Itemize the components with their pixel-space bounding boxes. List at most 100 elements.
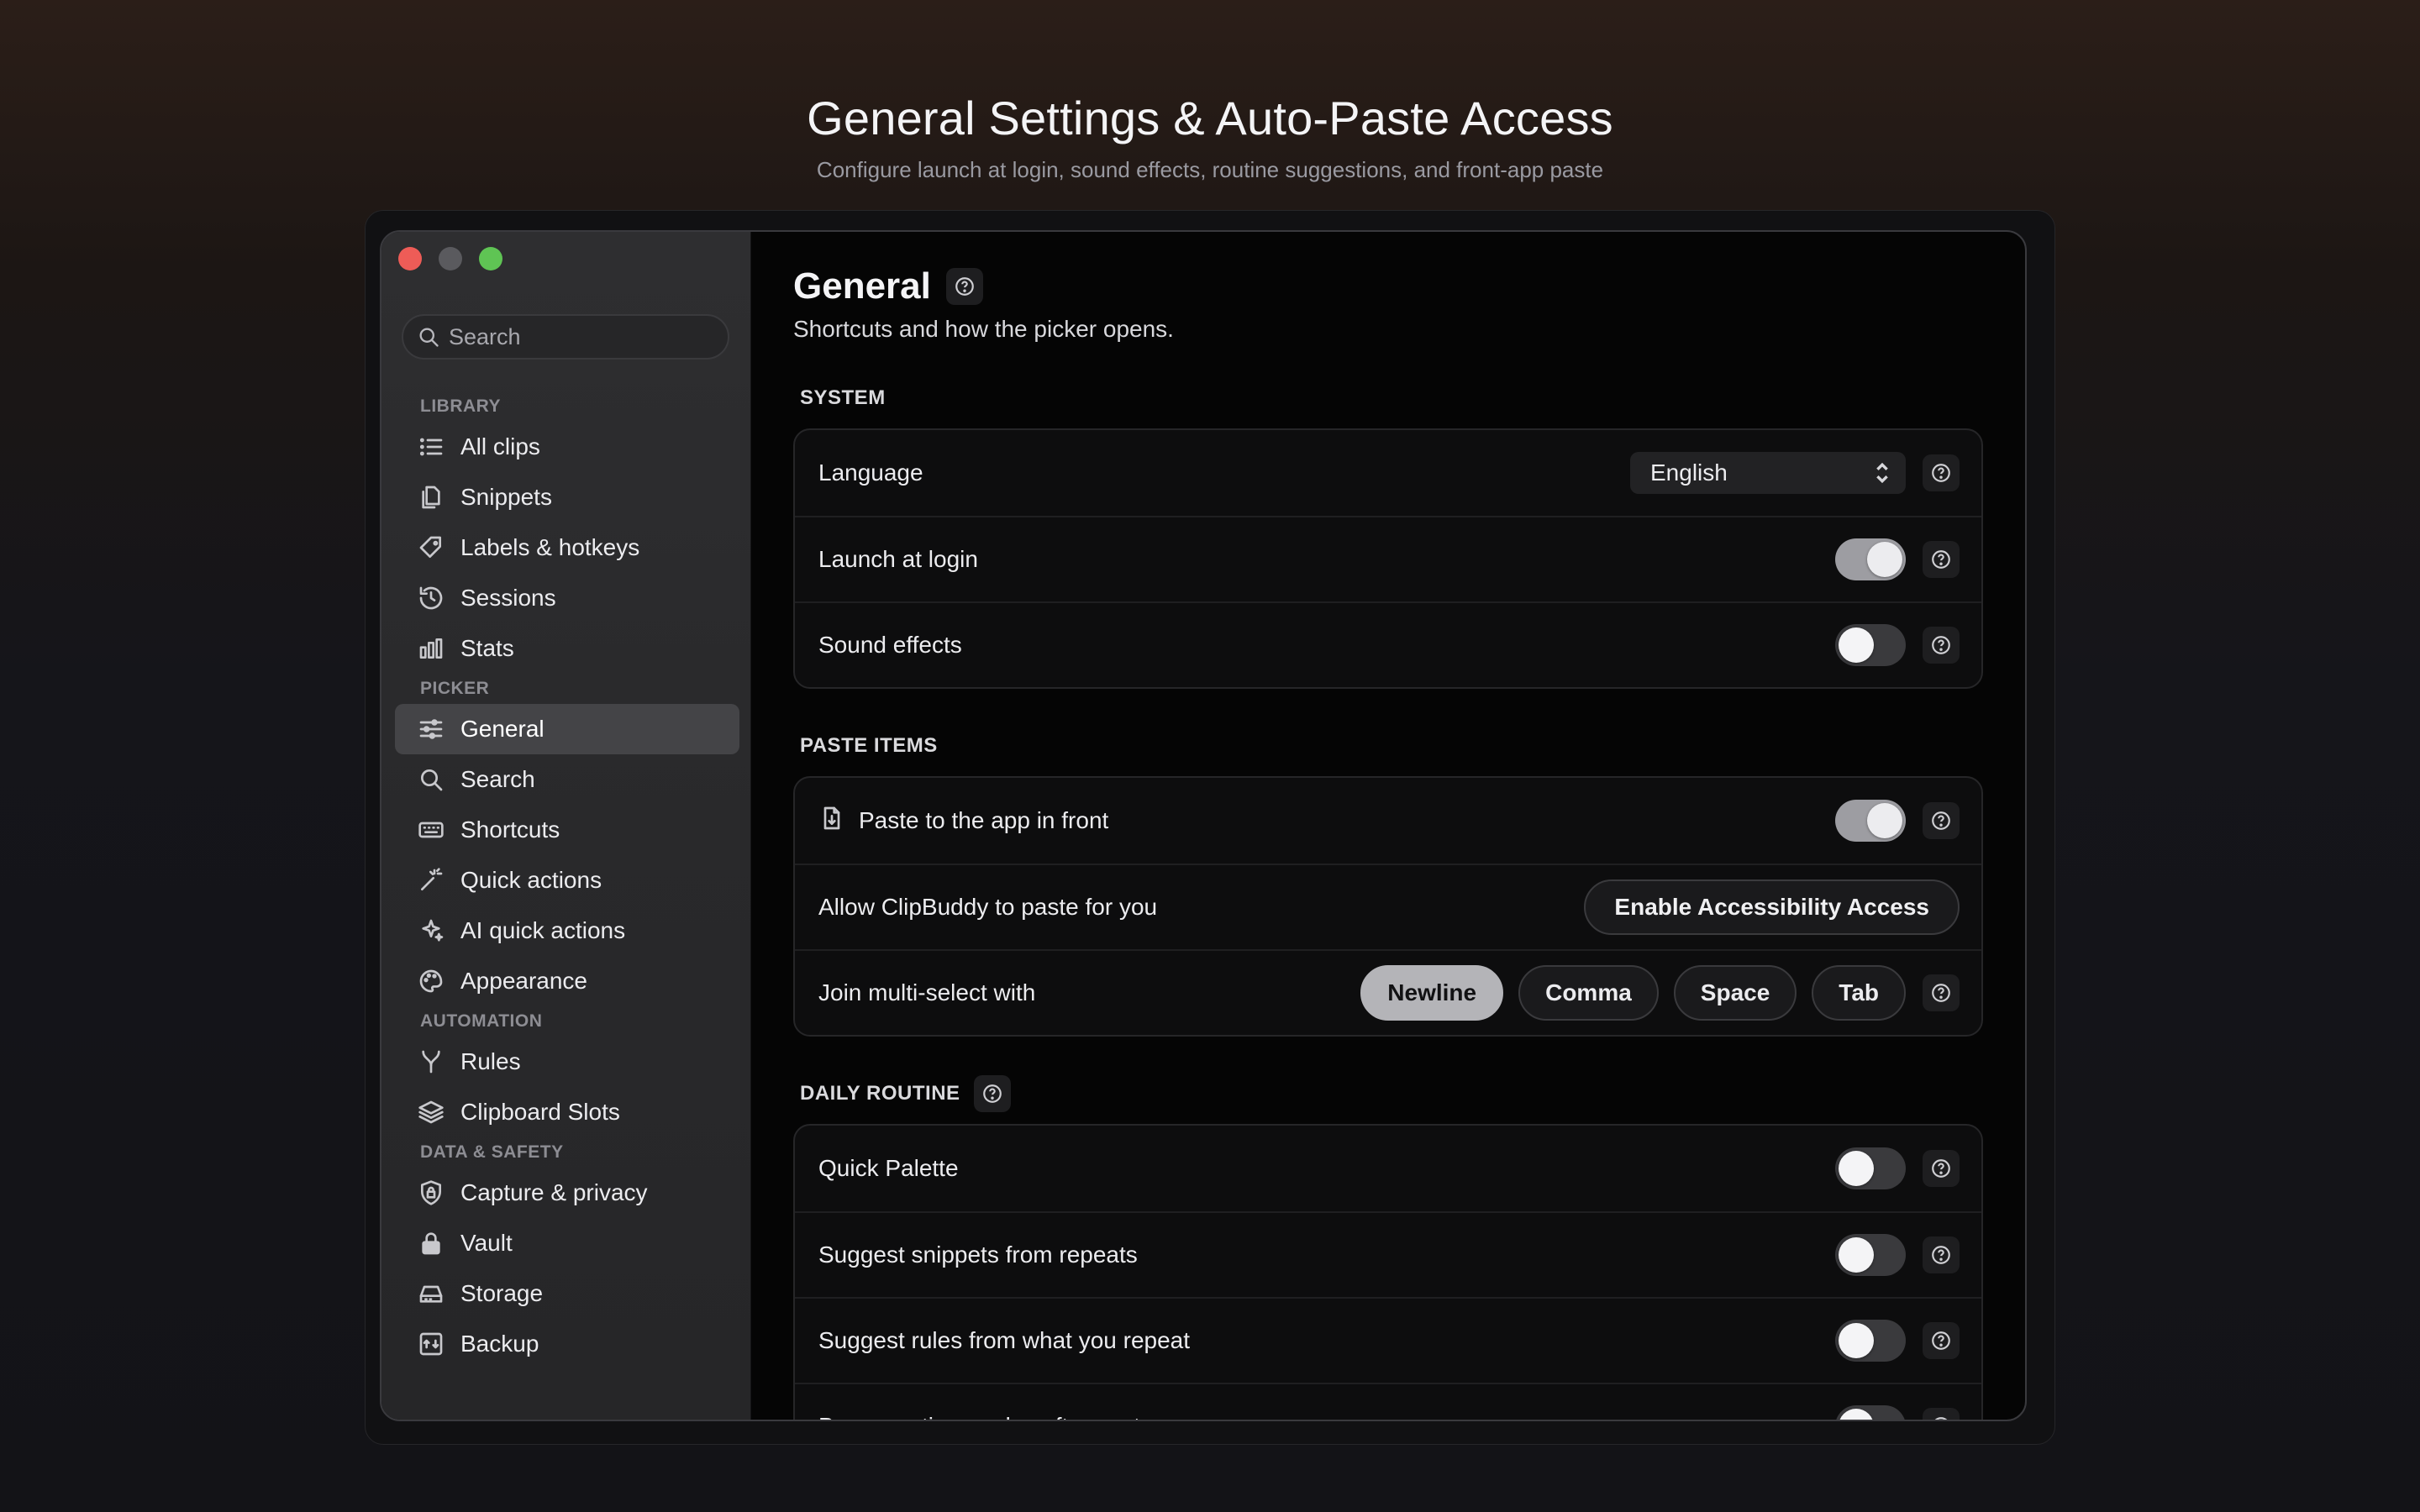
sidebar-item-label: AI quick actions [460,917,626,943]
sidebar-item-label: Backup [460,1331,539,1357]
routine-toggle[interactable] [1835,1405,1906,1420]
routine-toggle[interactable] [1835,1320,1906,1362]
help-icon [1932,550,1950,569]
language-value: English [1650,459,1728,486]
routine-row-label: Burn one-time codes after paste [818,1413,1835,1420]
paste-front-help-button[interactable] [1923,802,1960,839]
settings-window: LIBRARY All clips Snippets Labels & hotkeys… [380,230,2027,1421]
sidebar-item-stats[interactable]: Stats [395,623,739,674]
sidebar-item-storage[interactable]: Storage [395,1268,739,1319]
hero-header: General Settings & Auto-Paste Access Con… [0,91,2420,183]
join-row: Join multi-select with Newline Comma Space… [795,949,1981,1035]
sound-effects-toggle[interactable] [1835,624,1906,666]
routine-toggle[interactable] [1835,1234,1906,1276]
routine-row-help-button[interactable] [1923,1150,1960,1187]
sidebar-item-appearance[interactable]: Appearance [395,956,739,1006]
language-help-button[interactable] [1923,454,1960,491]
sidebar-item-shortcuts[interactable]: Shortcuts [395,805,739,855]
join-help-button[interactable] [1923,974,1960,1011]
sidebar-item-label: Snippets [460,484,552,510]
sidebar-item-clipboard-slots[interactable]: Clipboard Slots [395,1087,739,1137]
paste-front-row: Paste to the app in front [795,778,1981,864]
paste-card: Paste to the app in front Allow ClipBudd… [793,776,1983,1037]
minimize-window-button[interactable] [439,247,462,270]
sidebar-section-label: AUTOMATION [420,1011,543,1031]
sidebar-item-search[interactable]: Search [395,754,739,805]
help-icon [1932,464,1950,482]
allow-paste-label: Allow ClipBuddy to paste for you [818,894,1158,920]
paste-front-toggle[interactable] [1835,800,1906,842]
sidebar-item-sessions[interactable]: Sessions [395,573,739,623]
sidebar-section-label: PICKER [420,679,490,698]
join-option-comma[interactable]: Comma [1518,965,1659,1021]
palette-icon [417,967,445,995]
routine-row-help-button[interactable] [1923,1408,1960,1420]
hero-subtitle: Configure launch at login, sound effects… [816,157,1604,182]
close-window-button[interactable] [398,247,422,270]
sparkles-icon [417,916,445,945]
sidebar-item-capture-privacy[interactable]: Capture & privacy [395,1168,739,1218]
history-icon [417,584,445,612]
sidebar-item-backup[interactable]: Backup [395,1319,739,1369]
sidebar-item-general[interactable]: General [395,704,739,754]
enable-accessibility-button[interactable]: Enable Accessibility Access [1584,879,1960,935]
page-header: General [793,265,1983,307]
language-row: Language English [795,430,1981,516]
sound-label: Sound effects [818,632,962,658]
sidebar-section-label: LIBRARY [420,396,502,416]
sidebar-item-label: Labels & hotkeys [460,534,640,560]
help-icon [1932,984,1950,1002]
sidebar-item-quick-actions[interactable]: Quick actions [395,855,739,906]
sidebar-item-label: Rules [460,1048,521,1074]
routine-toggle[interactable] [1835,1147,1906,1189]
sidebar-item-labels-hotkeys[interactable]: Labels & hotkeys [395,522,739,573]
page-subtitle: Shortcuts and how the picker opens. [793,316,1174,342]
sound-help-button[interactable] [1923,627,1960,664]
routine-row: Suggest rules from what you repeat [795,1297,1981,1383]
routine-row-label: Suggest rules from what you repeat [818,1327,1191,1353]
join-options: Newline Comma Space Tab [1360,965,1906,1021]
routine-row-help-button[interactable] [1923,1236,1960,1273]
sidebar-item-label: Sessions [460,585,556,611]
search-icon [419,328,439,347]
sidebar-item-vault[interactable]: Vault [395,1218,739,1268]
help-icon [1932,1246,1950,1264]
page-help-button[interactable] [945,268,983,305]
allow-paste-row: Allow ClipBuddy to paste for you Enable … [795,864,1981,949]
tag-icon [417,533,445,562]
help-icon [1932,1159,1950,1178]
sidebar-search-input[interactable] [449,323,718,350]
sidebar-search [402,314,729,360]
routine-row: Burn one-time codes after paste [795,1383,1981,1420]
join-option-newline[interactable]: Newline [1360,965,1504,1021]
launch-at-login-toggle[interactable] [1835,538,1906,580]
launch-help-button[interactable] [1923,541,1960,578]
sliders-icon [417,715,445,743]
join-option-tab[interactable]: Tab [1812,965,1906,1021]
routine-row-help-button[interactable] [1923,1322,1960,1359]
sidebar-item-snippets[interactable]: Snippets [395,472,739,522]
sound-row: Sound effects [795,601,1981,687]
system-card: Language English Launch at login Sound e [793,428,1983,689]
lock-icon [417,1229,445,1257]
sidebar: LIBRARY All clips Snippets Labels & hotkeys… [381,232,751,1420]
zoom-window-button[interactable] [479,247,502,270]
sidebar-item-all-clips[interactable]: All clips [395,422,739,472]
group-label-routine: DAILY ROUTINE [793,1075,1983,1112]
routine-row: Quick Palette [795,1126,1981,1211]
routine-card: Quick Palette Suggest snippets from repea… [793,1124,1983,1420]
sidebar-item-ai-quick-actions[interactable]: AI quick actions [395,906,739,956]
chevron-up-down-icon [1876,462,1888,484]
sidebar-item-rules[interactable]: Rules [395,1037,739,1087]
sidebar-item-label: Storage [460,1280,544,1306]
backup-icon [417,1330,445,1358]
sidebar-item-label: Appearance [460,968,588,994]
keyboard-icon [417,816,445,844]
list-icon [417,433,445,461]
routine-help-button[interactable] [973,1075,1011,1112]
join-label: Join multi-select with [818,979,1036,1005]
language-select[interactable]: English [1630,452,1906,494]
routine-label: DAILY ROUTINE [800,1082,960,1105]
sidebar-item-label: Capture & privacy [460,1179,648,1205]
join-option-space[interactable]: Space [1673,965,1797,1021]
